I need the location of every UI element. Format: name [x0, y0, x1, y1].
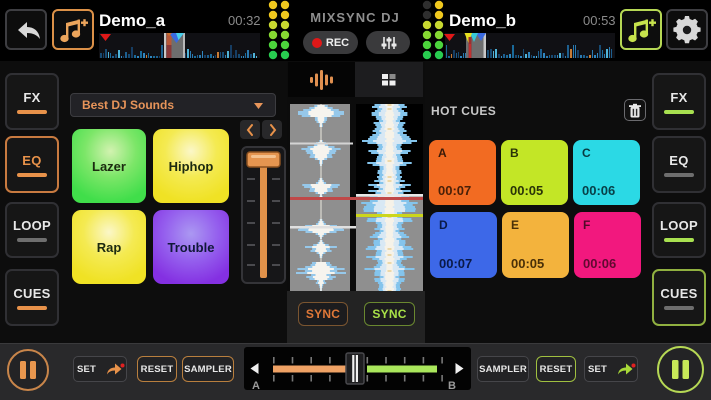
svg-text:B: B: [448, 380, 456, 390]
svg-text:A: A: [252, 380, 260, 390]
